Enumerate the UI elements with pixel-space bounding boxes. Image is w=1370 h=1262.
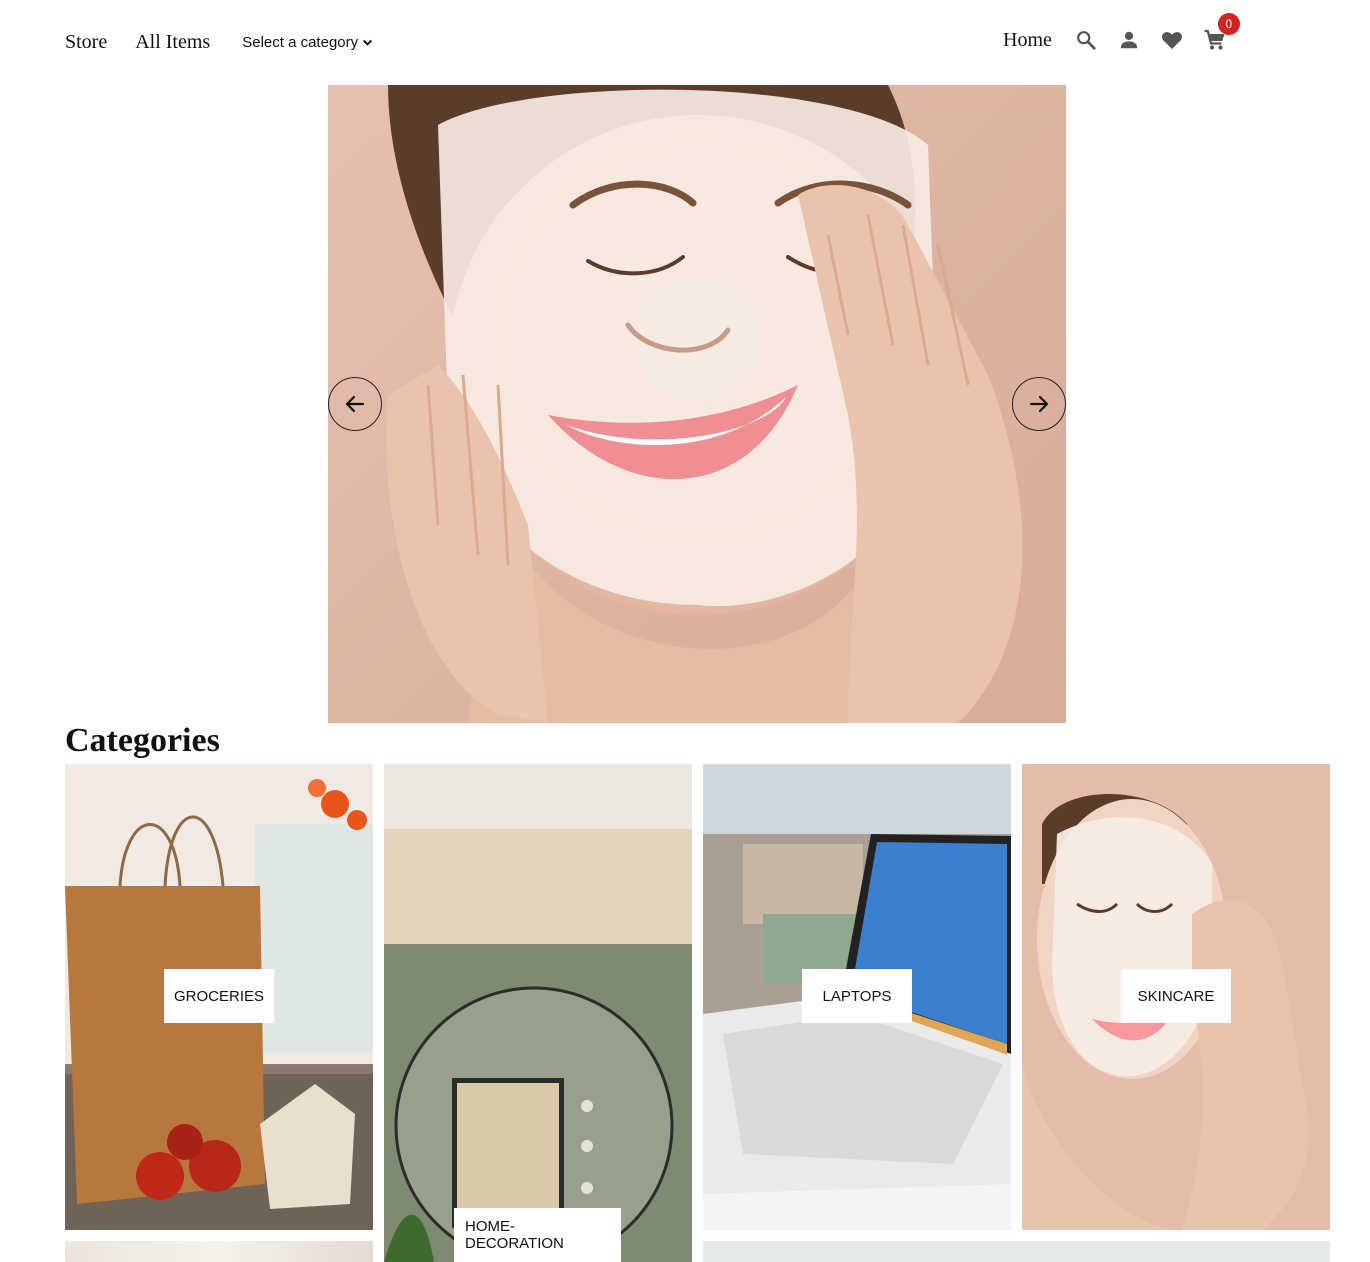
- carousel-prev-button[interactable]: [328, 377, 382, 431]
- category-card-groceries[interactable]: GROCERIES: [65, 764, 373, 1230]
- category-card-partial[interactable]: [703, 1241, 1330, 1262]
- category-image-home-decoration: [384, 764, 692, 1262]
- hero-carousel: [328, 85, 1066, 723]
- carousel-next-button[interactable]: [1012, 377, 1066, 431]
- category-label-groceries: GROCERIES: [164, 969, 274, 1023]
- main-nav: Store All Items Select a category: [65, 28, 373, 56]
- arrow-right-icon: [1029, 395, 1049, 413]
- category-label-laptops: LAPTOPS: [802, 969, 912, 1023]
- search-icon: [1076, 31, 1096, 50]
- header-actions: Home 0: [1003, 13, 1240, 56]
- search-button[interactable]: [1074, 28, 1098, 52]
- nav-store-link[interactable]: Store: [65, 31, 107, 54]
- user-icon: [1120, 31, 1138, 49]
- category-label-home-decoration: HOME-DECORATION: [454, 1208, 621, 1262]
- category-select-label: Select a category: [242, 33, 359, 51]
- nav-all-items-link[interactable]: All Items: [135, 31, 210, 54]
- arrow-left-icon: [345, 395, 365, 413]
- wishlist-button[interactable]: [1160, 28, 1184, 52]
- categories-heading: Categories: [65, 722, 220, 759]
- category-label-skincare: SKINCARE: [1121, 969, 1231, 1023]
- category-card-laptops[interactable]: LAPTOPS: [703, 764, 1011, 1230]
- category-card-partial[interactable]: [65, 1241, 373, 1262]
- cart-count-badge: 0: [1217, 13, 1240, 35]
- category-card-home-decoration[interactable]: HOME-DECORATION: [384, 764, 692, 1262]
- heart-icon: [1161, 32, 1182, 49]
- cart-button[interactable]: 0: [1203, 13, 1240, 52]
- category-card-skincare[interactable]: SKINCARE: [1022, 764, 1330, 1230]
- account-button[interactable]: [1117, 28, 1141, 52]
- hero-slide-image: [386, 85, 1023, 723]
- chevron-down-icon: [363, 39, 373, 46]
- category-select[interactable]: Select a category: [242, 34, 373, 51]
- nav-home-link[interactable]: Home: [1003, 29, 1052, 52]
